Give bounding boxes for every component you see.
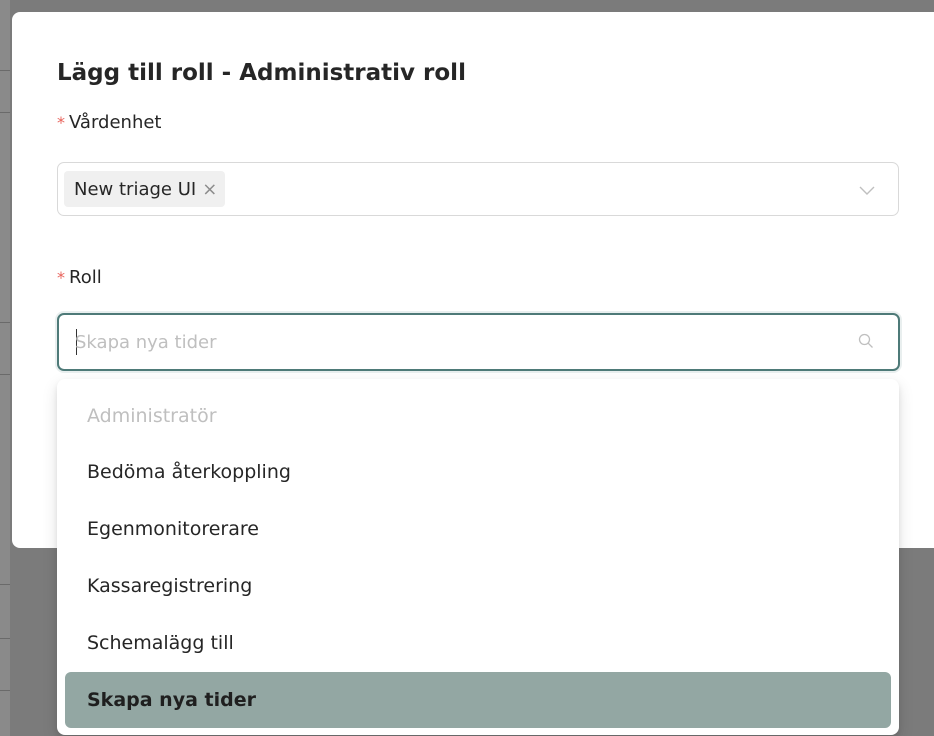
role-label-text: Roll bbox=[69, 267, 102, 288]
dropdown-option-create-new-times[interactable]: Skapa nya tider bbox=[65, 672, 891, 728]
backdrop-divider bbox=[0, 638, 10, 639]
chevron-down-icon[interactable] bbox=[858, 181, 876, 199]
dropdown-option-schedule-more[interactable]: Schemalägg till bbox=[65, 615, 891, 671]
required-marker: * bbox=[57, 268, 65, 287]
role-search-select[interactable] bbox=[57, 313, 900, 371]
selected-unit-tag: New triage UI × bbox=[64, 171, 226, 207]
modal-backdrop[interactable] bbox=[0, 0, 10, 736]
backdrop-divider bbox=[0, 374, 10, 375]
unit-label-text: Vårdenhet bbox=[69, 112, 162, 133]
role-field-label: * Roll bbox=[57, 267, 102, 288]
backdrop-divider bbox=[0, 690, 10, 691]
unit-field-label: * Vårdenhet bbox=[57, 112, 161, 133]
dropdown-option-administrator: Administratör bbox=[87, 405, 217, 427]
role-search-input[interactable] bbox=[75, 327, 835, 357]
dropdown-option-cash-registration[interactable]: Kassaregistrering bbox=[65, 558, 891, 614]
dropdown-option-assess-feedback[interactable]: Bedöma återkoppling bbox=[65, 444, 891, 500]
search-icon bbox=[858, 333, 873, 348]
tag-close-icon[interactable]: × bbox=[202, 179, 217, 200]
dropdown-option-self-monitorer[interactable]: Egenmonitorerare bbox=[65, 501, 891, 557]
modal-title: Lägg till roll - Administrativ roll bbox=[57, 60, 466, 86]
backdrop-divider bbox=[0, 322, 10, 323]
backdrop-divider bbox=[0, 584, 10, 585]
backdrop-divider bbox=[0, 112, 10, 113]
unit-select[interactable]: New triage UI × bbox=[57, 162, 899, 216]
role-dropdown-menu: Administratör Bedöma återkoppling Egenmo… bbox=[57, 379, 899, 735]
backdrop-divider bbox=[0, 70, 10, 71]
selected-unit-tag-label: New triage UI bbox=[74, 178, 197, 200]
required-marker: * bbox=[57, 113, 65, 132]
